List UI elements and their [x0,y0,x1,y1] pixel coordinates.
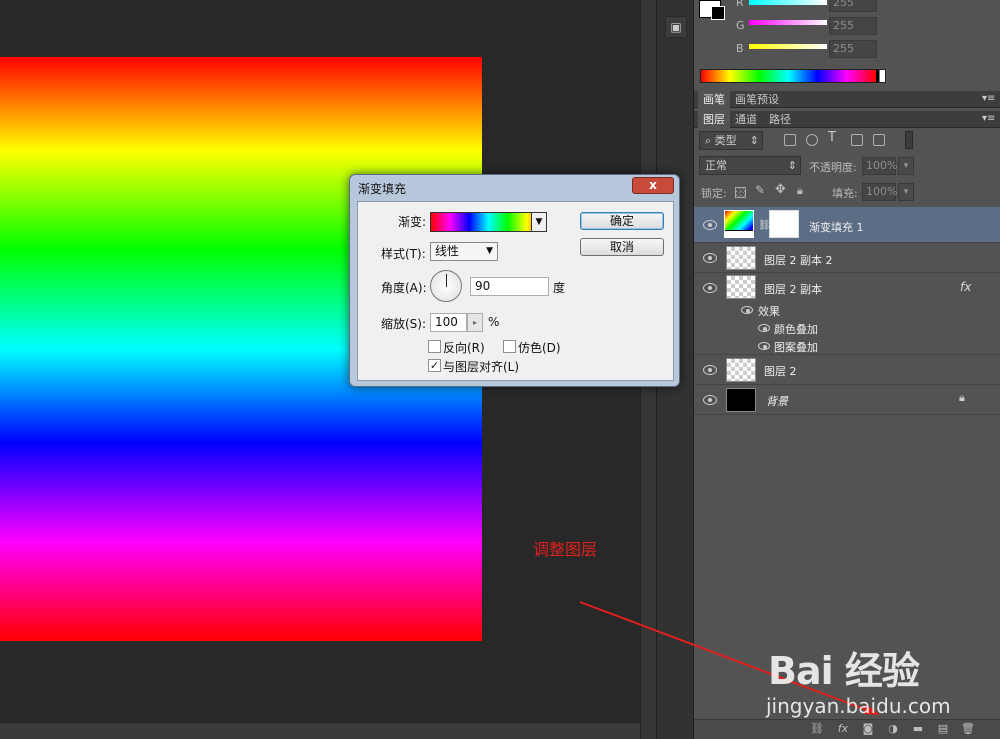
style-select[interactable]: 线性 ▼ [430,242,498,261]
scale-label: 缩放(S): [381,317,427,331]
dither-label[interactable]: 仿色(D) [518,339,561,356]
gradient-label: 渐变: [398,215,427,229]
angle-unit: 度 [553,281,566,295]
dialog-title: 渐变填充 [358,182,407,196]
baidu-watermark-logo: Bai 经验 [768,649,920,693]
chevron-down-icon[interactable]: ▼ [531,212,547,232]
reverse-checkbox[interactable] [428,340,441,353]
scale-slider-arrow-icon[interactable]: ▸ [467,313,483,332]
gradient-picker[interactable]: ▼ [430,212,547,232]
chevron-down-icon: ▼ [486,246,493,256]
baidu-watermark-url: jingyan.baidu.com [766,694,951,718]
angle-label: 角度(A): [381,281,427,295]
angle-dial[interactable] [430,270,462,302]
close-button[interactable]: x [632,177,674,194]
scale-input[interactable]: 100 [430,313,467,332]
ok-button[interactable]: 确定 [580,212,664,230]
style-select-value: 线性 [435,244,460,258]
cancel-button[interactable]: 取消 [580,238,664,256]
align-with-layer-label[interactable]: 与图层对齐(L) [443,358,519,375]
reverse-label[interactable]: 反向(R) [443,339,485,356]
scale-unit: % [488,315,500,329]
angle-input[interactable]: 90 [470,277,549,296]
dither-checkbox[interactable] [503,340,516,353]
gradient-fill-dialog: 渐变填充 x 渐变: ▼ 样式(T): 线性 ▼ 角度(A): 90 度 缩放(… [349,174,680,387]
align-with-layer-checkbox[interactable]: ✓ [428,359,441,372]
dialog-body: 渐变: ▼ 样式(T): 线性 ▼ 角度(A): 90 度 缩放(S): 100… [357,201,674,381]
style-label: 样式(T): [381,247,426,261]
